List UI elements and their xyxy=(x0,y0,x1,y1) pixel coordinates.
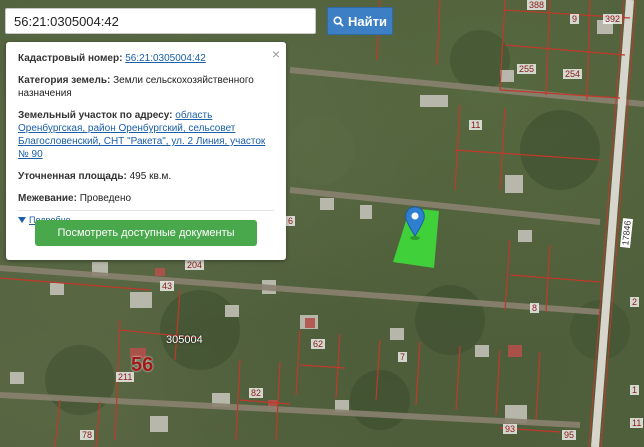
parcel-number: 43 xyxy=(160,281,175,291)
parcel-number: 93 xyxy=(503,424,518,434)
cadastral-number-link[interactable]: 56:21:0305004:42 xyxy=(125,53,206,64)
parcel-number: 388 xyxy=(527,0,547,10)
parcel-number: 255 xyxy=(517,64,537,74)
parcel-number: 6 xyxy=(286,216,296,226)
address-label: Земельный участок по адресу: xyxy=(18,110,173,121)
category-row: Категория земель: Земли сельскохозяйстве… xyxy=(18,74,276,100)
parcel-number: 78 xyxy=(80,430,95,440)
parcel-number: 9 xyxy=(570,14,580,24)
address-row: Земельный участок по адресу: область Оре… xyxy=(18,109,276,161)
parcel-number: 254 xyxy=(563,69,583,79)
parcel-number: 95 xyxy=(562,430,577,440)
cadastral-quarter-label: 305004 xyxy=(166,334,203,346)
area-row: Уточненная площадь: 495 кв.м. xyxy=(18,170,276,183)
parcel-number: 204 xyxy=(185,260,205,270)
category-label: Категория земель: xyxy=(18,75,111,86)
close-icon[interactable]: × xyxy=(272,47,280,61)
search-input[interactable]: 56:21:0305004:42 xyxy=(5,8,316,34)
parcel-info-popup: × Кадастровый номер: 56:21:0305004:42 Ка… xyxy=(6,42,286,260)
area-label: Уточненная площадь: xyxy=(18,171,127,182)
area-value: 495 кв.м. xyxy=(129,171,172,182)
parcel-number: 2 xyxy=(630,297,640,307)
cadastral-block-number: 56 xyxy=(131,354,154,376)
view-documents-button[interactable]: Посмотреть доступные документы xyxy=(35,220,257,246)
survey-row: Межевание: Проведено xyxy=(18,192,276,205)
survey-value: Проведено xyxy=(79,193,132,204)
survey-label: Межевание: xyxy=(18,193,77,204)
parcel-number: 392 xyxy=(603,14,623,24)
popup-divider xyxy=(18,210,274,211)
parcel-number: 11 xyxy=(630,418,644,428)
parcel-number: 1 xyxy=(630,385,640,395)
parcel-number: 62 xyxy=(311,339,326,349)
search-button[interactable]: Найти xyxy=(327,7,393,35)
parcel-number: 8 xyxy=(530,303,540,313)
caret-down-icon xyxy=(18,217,26,223)
cadastral-row: Кадастровый номер: 56:21:0305004:42 xyxy=(18,52,276,65)
search-icon xyxy=(333,15,344,27)
parcel-number: 11 xyxy=(469,120,483,130)
cadastral-label: Кадастровый номер: xyxy=(18,53,123,64)
parcel-number: 7 xyxy=(398,352,408,362)
parcel-number: 82 xyxy=(249,388,264,398)
search-button-label: Найти xyxy=(348,13,387,29)
